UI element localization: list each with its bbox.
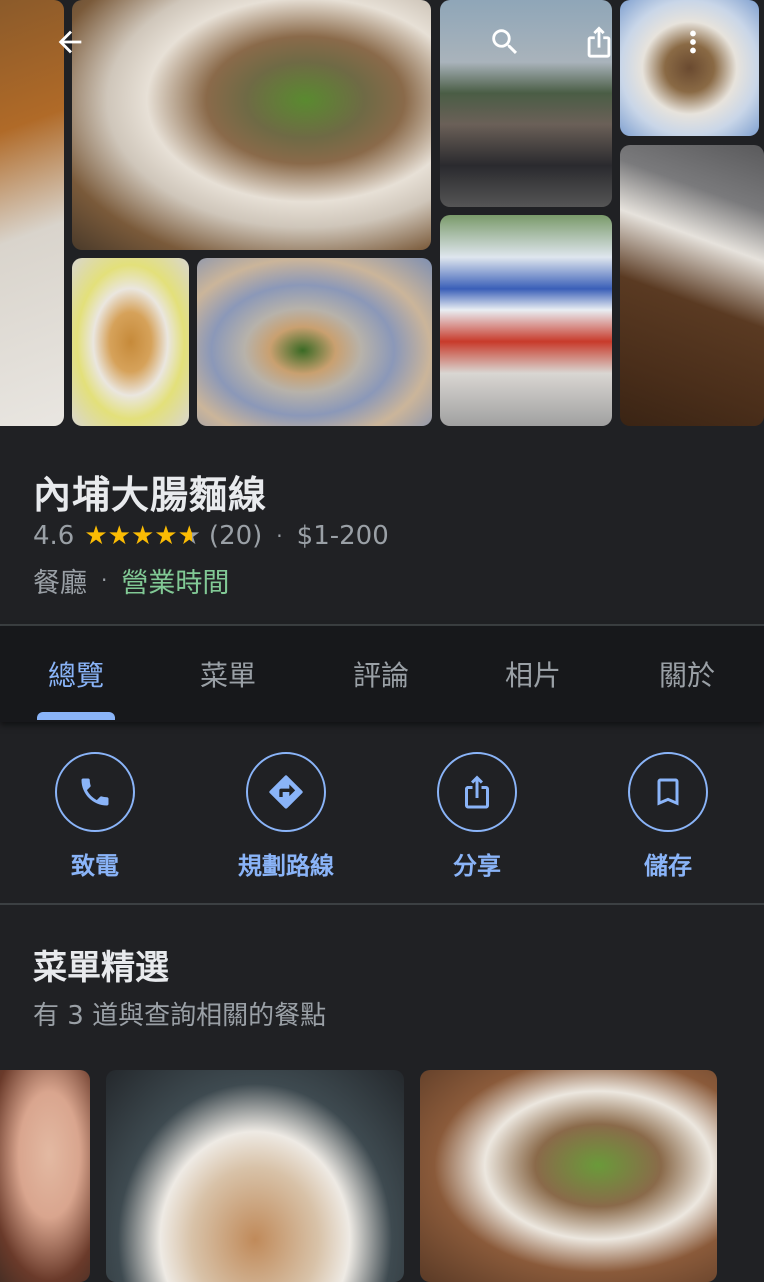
more-vert-icon bbox=[690, 30, 696, 54]
price-range: $1-200 bbox=[296, 521, 389, 551]
star-icon: ★ bbox=[130, 521, 155, 551]
separator-dot: · bbox=[101, 568, 108, 592]
tab-about[interactable]: 關於 bbox=[610, 626, 764, 722]
directions-button[interactable]: 規劃路線 bbox=[216, 752, 356, 881]
rating-value: 4.6 bbox=[33, 521, 75, 551]
active-tab-indicator bbox=[37, 712, 115, 720]
save-button-circle[interactable] bbox=[628, 752, 708, 832]
star-icon: ★ bbox=[107, 521, 131, 551]
search-button[interactable] bbox=[485, 22, 525, 62]
tab-overview[interactable]: 總覽 bbox=[0, 626, 152, 722]
arrow-back-icon bbox=[58, 30, 82, 54]
call-button[interactable]: 致電 bbox=[25, 752, 165, 881]
share-button[interactable]: 分享 bbox=[407, 752, 547, 881]
save-button[interactable]: 儲存 bbox=[598, 752, 738, 881]
category-row: 餐廳 · 營業時間 bbox=[33, 560, 229, 600]
photo-gallery[interactable] bbox=[0, 0, 764, 428]
star-half-icon: ★ bbox=[177, 521, 201, 551]
gallery-photo-broth-bowl[interactable] bbox=[620, 145, 764, 426]
phone-icon bbox=[81, 778, 109, 806]
directions-button-circle[interactable] bbox=[246, 752, 326, 832]
star-icon: ★ bbox=[154, 521, 178, 551]
gallery-photo-noodle-bowls[interactable] bbox=[72, 0, 431, 250]
rating-row[interactable]: 4.6 ★ ★ ★ ★ ★ (20) · $1-200 bbox=[33, 518, 389, 554]
gallery-photo-top-bowl[interactable] bbox=[620, 0, 759, 136]
directions-icon bbox=[269, 775, 303, 809]
search-icon bbox=[492, 29, 518, 55]
separator-dot: · bbox=[276, 524, 283, 548]
place-title: 內埔大腸麵線 bbox=[33, 473, 268, 517]
star-icon: ★ bbox=[84, 521, 108, 551]
place-category: 餐廳 bbox=[33, 567, 87, 599]
hours-link[interactable]: 營業時間 bbox=[121, 561, 229, 600]
share-icon bbox=[587, 26, 611, 58]
menu-highlights-title: 菜單精選 bbox=[33, 948, 169, 988]
directions-label: 規劃路線 bbox=[238, 852, 334, 880]
menu-item-photo[interactable] bbox=[420, 1070, 717, 1282]
call-label: 致電 bbox=[71, 852, 119, 880]
share-label: 分享 bbox=[453, 852, 501, 880]
tab-menu[interactable]: 菜單 bbox=[152, 626, 304, 722]
gallery-photo-shop-sign[interactable] bbox=[440, 215, 612, 426]
gallery-photo-cup-noodles[interactable] bbox=[72, 258, 189, 426]
save-label: 儲存 bbox=[644, 852, 692, 880]
gallery-photo-table-bowl[interactable] bbox=[197, 258, 432, 426]
tab-photos[interactable]: 相片 bbox=[457, 626, 609, 722]
bookmark-icon bbox=[657, 778, 679, 806]
back-button[interactable] bbox=[50, 22, 90, 62]
divider bbox=[0, 903, 764, 905]
menu-highlights-carousel[interactable] bbox=[0, 1068, 764, 1282]
review-count: (20) bbox=[208, 521, 263, 551]
menu-item-photo[interactable] bbox=[0, 1070, 90, 1282]
share-button-circle[interactable] bbox=[437, 752, 517, 832]
call-button-circle[interactable] bbox=[55, 752, 135, 832]
share-top-button[interactable] bbox=[579, 22, 619, 62]
menu-highlights-subtitle: 有 3 道與查詢相關的餐點 bbox=[33, 1001, 327, 1031]
menu-item-photo[interactable] bbox=[106, 1070, 404, 1282]
more-options-button[interactable] bbox=[673, 22, 713, 62]
share-icon bbox=[465, 775, 489, 809]
gallery-photo-soup-bowl[interactable] bbox=[0, 0, 64, 426]
tab-reviews[interactable]: 評論 bbox=[305, 626, 457, 722]
star-rating: ★ ★ ★ ★ ★ bbox=[84, 523, 201, 549]
tab-bar: 總覽 菜單 評論 相片 關於 bbox=[0, 626, 764, 722]
